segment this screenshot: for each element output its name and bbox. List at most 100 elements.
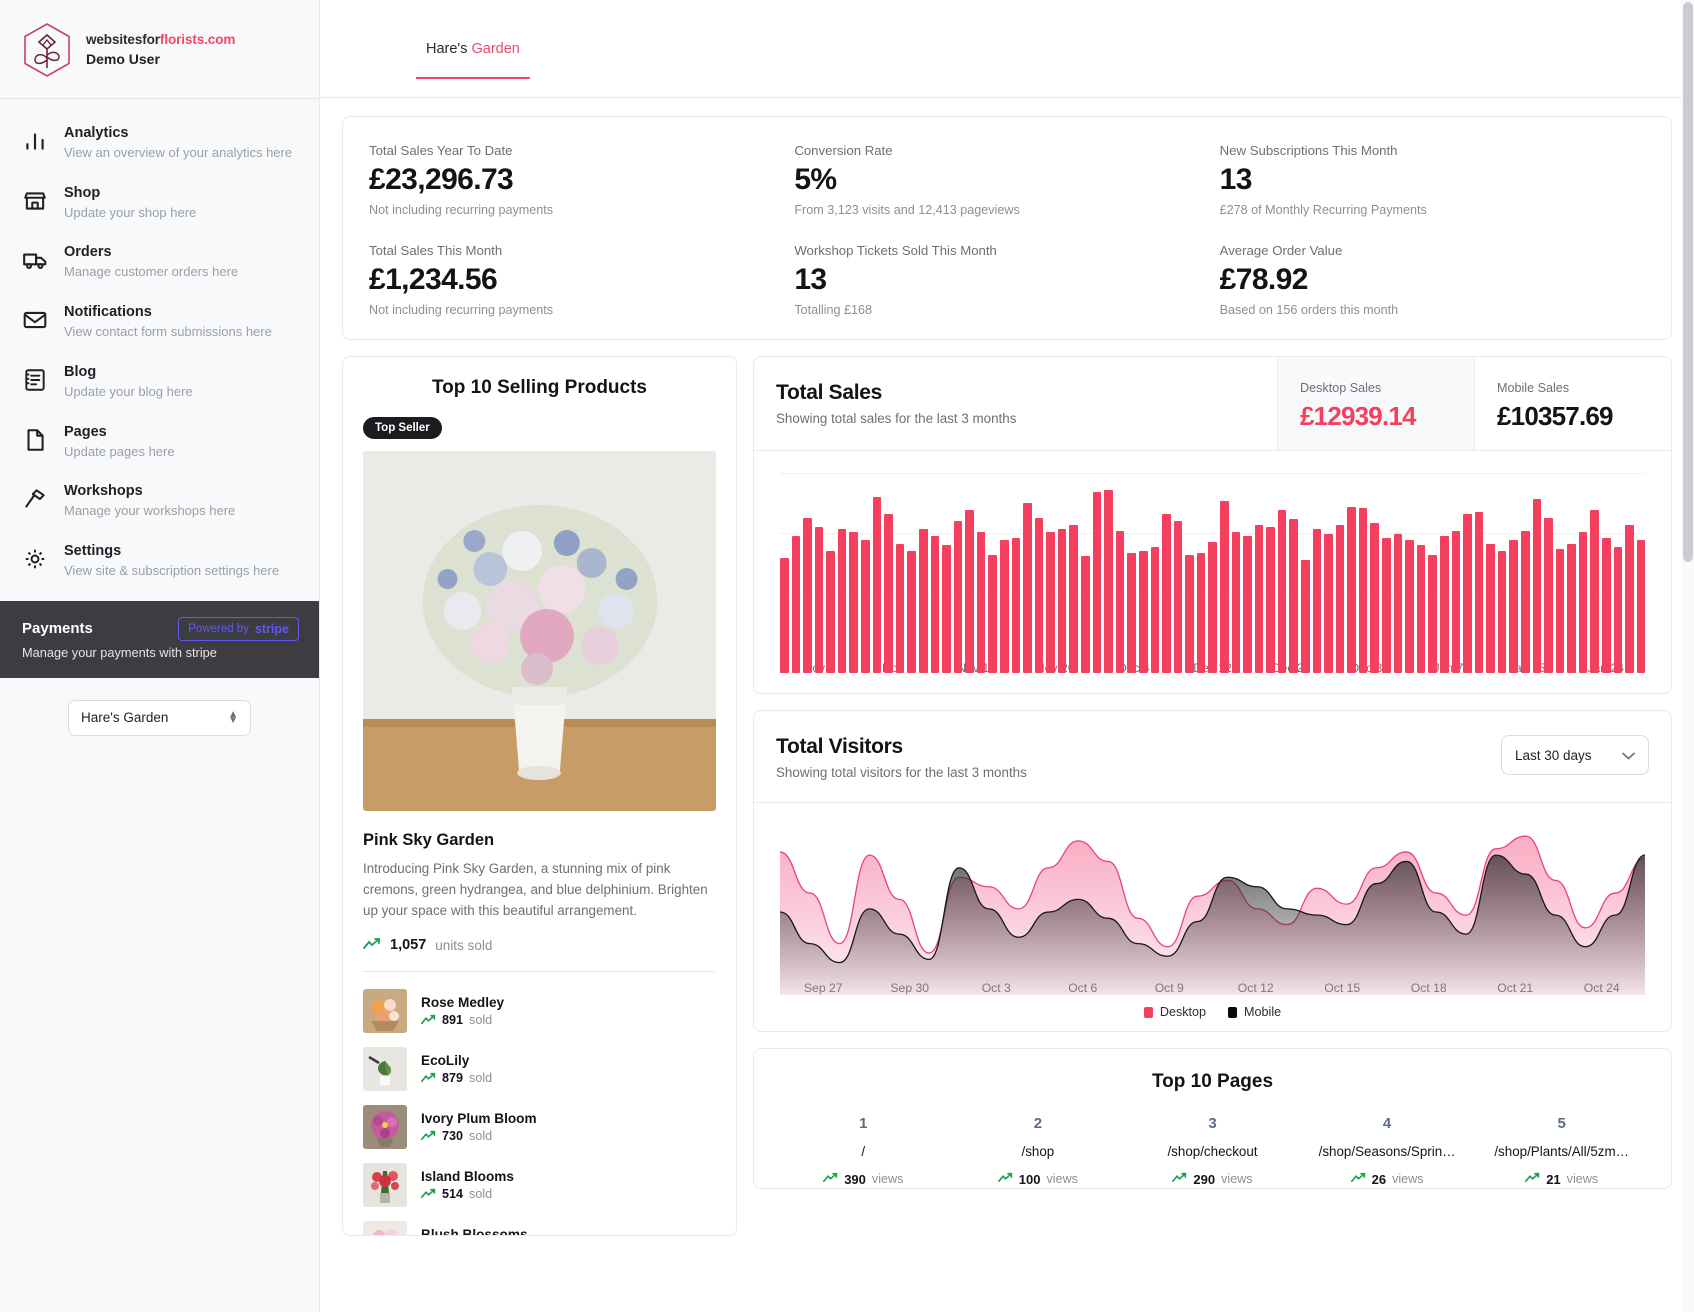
sidebar-item-pages[interactable]: Pages Update pages here	[0, 412, 319, 472]
payments-panel[interactable]: Payments Powered by stripe Manage your p…	[0, 600, 319, 678]
legend-desktop: Desktop	[1143, 1005, 1206, 1019]
bar	[861, 539, 870, 673]
product-thumbnail	[363, 1221, 407, 1235]
product-sold-count: 514	[442, 1186, 464, 1201]
stat-value: 5%	[794, 163, 837, 196]
bar	[1509, 539, 1518, 673]
bar	[1046, 532, 1055, 673]
page-entry[interactable]: 5 /shop/Plants/All/5zm… 21 views	[1474, 1115, 1649, 1188]
trend-up-icon	[1350, 1170, 1366, 1188]
stripe-badge-pre: Powered by	[188, 622, 249, 635]
bar	[1370, 523, 1380, 673]
bar	[1069, 525, 1079, 673]
sidebar-item-shop[interactable]: Shop Update your shop here	[0, 173, 319, 233]
sidebar-item-settings[interactable]: Settings View site & subscription settin…	[0, 531, 319, 591]
mobile-sales-metric[interactable]: Mobile Sales £10357.69	[1474, 357, 1671, 450]
metric-value: £12939.14	[1300, 401, 1417, 431]
divider	[363, 971, 716, 973]
list-item[interactable]: Blush Blossoms 504 sold	[363, 1214, 716, 1235]
tab-hares-garden[interactable]: Hare's Garden	[416, 41, 530, 79]
page-views-count: 21	[1546, 1171, 1561, 1187]
stat-average-order-value: Average Order Value £78.92 Based on 156 …	[1220, 243, 1645, 317]
stat-sub: Not including recurring payments	[369, 303, 554, 317]
list-item[interactable]: Rose Medley 891 sold	[363, 982, 716, 1040]
page-views-label: views	[871, 1172, 904, 1186]
stat-value: £23,296.73	[369, 163, 514, 196]
bar	[884, 513, 893, 673]
desktop-sales-metric[interactable]: Desktop Sales £12939.14	[1277, 357, 1474, 450]
bar	[1393, 534, 1403, 673]
page-views-count: 100	[1018, 1171, 1041, 1187]
page-views-label: views	[1566, 1172, 1599, 1186]
brand-header[interactable]: websitesforflorists.com Demo User	[0, 0, 319, 99]
tab-suffix: Garden	[471, 40, 520, 57]
bar	[1301, 560, 1310, 673]
bar	[1382, 537, 1391, 673]
product-sold-label: sold	[469, 1070, 493, 1085]
sidebar-nav: Analytics View an overview of your analy…	[0, 99, 319, 591]
sidebar-item-notifications[interactable]: Notifications View contact form submissi…	[0, 292, 319, 352]
total-visitors-subtitle: Showing total visitors for the last 3 mo…	[776, 765, 1027, 780]
chevron-down-icon	[1622, 748, 1635, 763]
bar	[1127, 552, 1136, 673]
tab-prefix: Hare's	[426, 40, 472, 57]
bar	[1567, 543, 1576, 673]
date-range-select[interactable]: Last 30 days	[1501, 735, 1649, 775]
sidebar-item-orders[interactable]: Orders Manage customer orders here	[0, 232, 319, 292]
bar	[1416, 545, 1426, 673]
bar	[1428, 554, 1437, 673]
bar	[1196, 552, 1206, 673]
page-entry[interactable]: 1 / 390 views	[776, 1115, 951, 1188]
stat-total-sales-month: Total Sales This Month £1,234.56 Not inc…	[369, 243, 794, 317]
site-selector[interactable]: Hare's Garden ▲ ▼	[68, 699, 251, 736]
bar	[1451, 530, 1461, 673]
list-item[interactable]: Ivory Plum Bloom 730 sold	[363, 1098, 716, 1156]
page-rank: 4	[1382, 1115, 1392, 1132]
list-item[interactable]: EcoLily 879 sold	[363, 1040, 716, 1098]
product-sold-count: 891	[442, 1012, 464, 1027]
sidebar-label: Analytics	[64, 125, 129, 141]
total-sales-subtitle: Showing total sales for the last 3 month…	[776, 411, 1017, 426]
page-entry[interactable]: 4 /shop/Seasons/Sprin… 26 views	[1300, 1115, 1475, 1188]
payments-sub: Manage your payments with stripe	[22, 644, 217, 660]
bar	[930, 536, 940, 673]
total-sales-card: Total Sales Showing total sales for the …	[753, 356, 1672, 694]
sidebar-item-blog[interactable]: Blog Update your blog here	[0, 352, 319, 412]
blog-list-icon	[22, 367, 48, 393]
sidebar-sub: Update your blog here	[64, 383, 193, 399]
bar	[872, 497, 882, 673]
sidebar-item-analytics[interactable]: Analytics View an overview of your analy…	[0, 113, 319, 173]
sidebar-item-workshops[interactable]: Workshops Manage your workshops here	[0, 471, 319, 531]
hammer-icon	[22, 486, 48, 512]
page-rank: 5	[1557, 1115, 1566, 1132]
brand-site-name: websitesforflorists.com	[86, 32, 235, 49]
metric-value: £10357.69	[1497, 401, 1614, 431]
total-visitors-card: Total Visitors Showing total visitors fo…	[753, 710, 1672, 1032]
stripe-badge[interactable]: Powered by stripe	[178, 616, 299, 641]
product-sold-label: sold	[469, 1012, 493, 1027]
bar	[965, 510, 974, 673]
page-views-label: views	[1046, 1172, 1078, 1186]
bar-series	[780, 473, 1646, 673]
gear-icon	[22, 546, 48, 572]
product-thumbnail	[363, 1047, 407, 1092]
list-item[interactable]: Island Blooms 514 sold	[363, 1156, 716, 1214]
charts-column: Total Sales Showing total sales for the …	[753, 356, 1672, 1189]
total-sales-header: Total Sales Showing total sales for the …	[754, 357, 1671, 451]
featured-product-image	[363, 451, 716, 811]
page-scrollbar[interactable]	[1681, 0, 1694, 1312]
bar	[1335, 525, 1345, 673]
page-entry[interactable]: 2 /shop 100 views	[951, 1115, 1126, 1188]
envelope-icon	[22, 307, 48, 333]
page-views-count: 26	[1371, 1171, 1387, 1187]
site-selector-wrap: Hare's Garden ▲ ▼	[0, 678, 319, 736]
bar	[1578, 532, 1588, 673]
bar	[907, 550, 916, 673]
bar	[1602, 537, 1611, 673]
bar-chart-icon	[22, 128, 48, 154]
brand-user-name: Demo User	[86, 50, 160, 67]
scrollbar-thumb[interactable]	[1683, 2, 1693, 562]
bar	[895, 543, 905, 673]
page-entry[interactable]: 3 /shop/checkout 290 views	[1125, 1115, 1300, 1188]
bar	[999, 539, 1009, 673]
